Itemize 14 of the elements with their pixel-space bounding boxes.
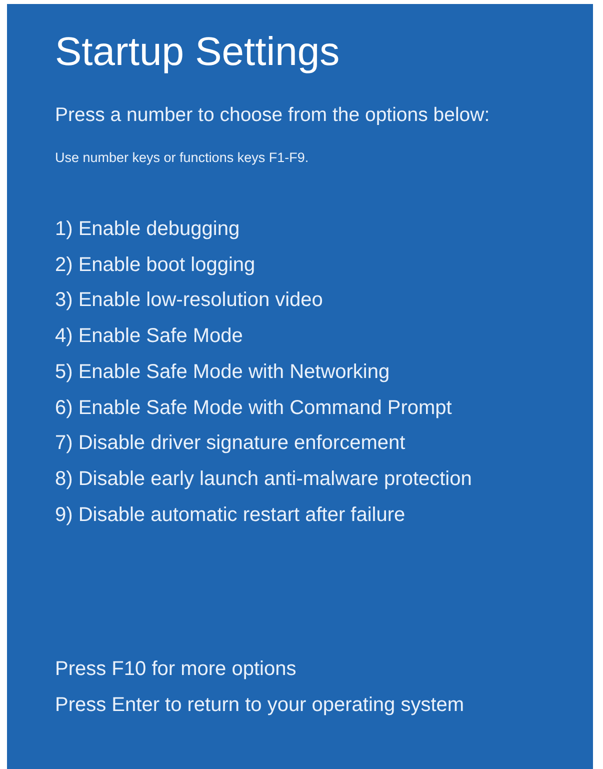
startup-option[interactable]: 1) Enable debugging [55,212,472,248]
startup-option[interactable]: 7) Disable driver signature enforcement [55,426,472,462]
startup-option[interactable]: 9) Disable automatic restart after failure [55,498,472,534]
prompt-text: Press a number to choose from the options below: [55,103,490,128]
footer-instruction: Press Enter to return to your operating system [55,693,464,718]
startup-option[interactable]: 5) Enable Safe Mode with Networking [55,354,472,391]
startup-option[interactable]: 6) Enable Safe Mode with Command Prompt [55,390,472,426]
footer-instruction: Press F10 for more options [55,657,298,682]
screen-title: Startup Settings [55,29,340,76]
startup-option[interactable]: 2) Enable boot logging [55,248,472,284]
startup-option[interactable]: 3) Enable low-resolution video [55,283,472,320]
startup-option[interactable]: 4) Enable Safe Mode [55,319,472,355]
startup-option[interactable]: 8) Disable early launch anti-malware protection [55,462,472,498]
hint-text: Use number keys or functions keys F1-F9. [55,149,309,167]
